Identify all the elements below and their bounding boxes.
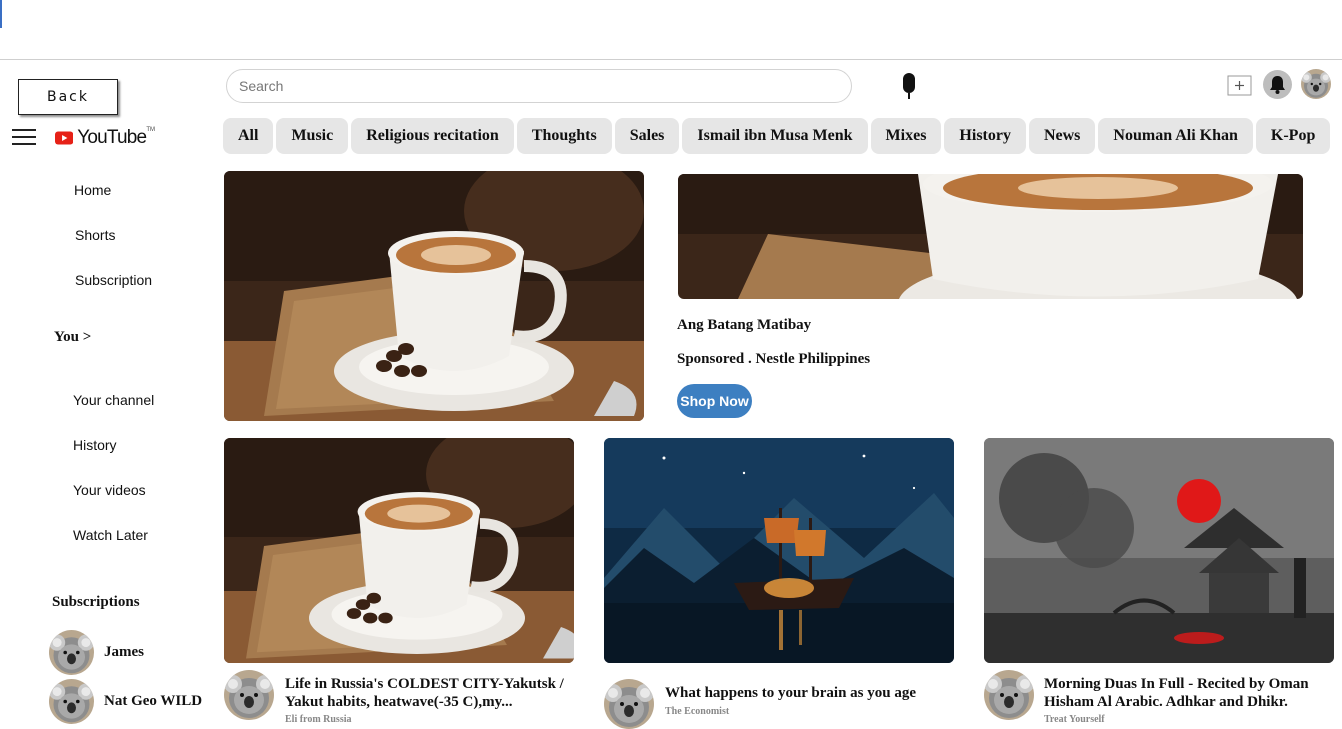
ad-title[interactable]: Ang Batang Matibay — [677, 317, 811, 334]
sidebar-item-shorts[interactable]: Shorts — [75, 227, 115, 243]
video-channel-name[interactable]: Eli from Russia — [285, 714, 352, 725]
search-input[interactable] — [226, 69, 852, 103]
video-thumbnail-coffee[interactable] — [224, 438, 574, 663]
chip-mixes[interactable]: Mixes — [870, 118, 942, 154]
subscription-name: James — [104, 644, 144, 660]
ad-banner-image[interactable] — [678, 174, 1303, 299]
chip-news[interactable]: News — [1028, 118, 1096, 154]
sidebar-you-heading[interactable]: You > — [54, 329, 91, 346]
subscription-name: Nat Geo WILD — [104, 693, 203, 709]
logo-trademark: TM — [146, 127, 155, 133]
subscription-item-nat-geo-wild[interactable]: Nat Geo WILD — [49, 679, 202, 724]
chip-music[interactable]: Music — [276, 118, 349, 154]
youtube-logo[interactable]: YouTube TM — [55, 125, 155, 151]
channel-avatar[interactable] — [984, 670, 1034, 720]
chip-thoughts[interactable]: Thoughts — [516, 118, 612, 154]
avatar — [49, 630, 94, 675]
sidebar-item-history[interactable]: History — [73, 437, 117, 453]
create-video-icon[interactable] — [1227, 75, 1252, 96]
back-button[interactable]: Back — [18, 79, 118, 115]
sidebar-subscriptions-heading: Subscriptions — [52, 594, 140, 610]
hamburger-menu-icon[interactable] — [12, 129, 36, 145]
chip-kpop[interactable]: K-Pop — [1255, 118, 1331, 154]
channel-avatar[interactable] — [604, 679, 654, 729]
chip-religious-recitation[interactable]: Religious recitation — [351, 118, 514, 154]
sidebar-item-watch-later[interactable]: Watch Later — [73, 527, 148, 543]
video-thumbnail-pagoda[interactable] — [984, 438, 1334, 663]
category-chips: All Music Religious recitation Thoughts … — [223, 118, 1333, 154]
sidebar-item-your-videos[interactable]: Your videos — [73, 482, 146, 498]
video-thumbnail-ship[interactable] — [604, 438, 954, 663]
chip-sales[interactable]: Sales — [614, 118, 680, 154]
video-title[interactable]: Life in Russia's COLDEST CITY-Yakutsk / … — [285, 675, 564, 711]
video-channel-name[interactable]: Treat Yourself — [1044, 714, 1105, 725]
video-title[interactable]: What happens to your brain as you age — [665, 684, 916, 702]
microphone-icon[interactable] — [900, 72, 918, 100]
avatar — [49, 679, 94, 724]
chip-ismail-menk[interactable]: Ismail ibn Musa Menk — [682, 118, 868, 154]
sidebar-item-your-channel[interactable]: Your channel — [73, 392, 154, 408]
ad-video-thumbnail[interactable] — [224, 171, 644, 421]
youtube-play-icon — [55, 131, 74, 145]
video-title[interactable]: Morning Duas In Full - Recited by Oman H… — [1044, 675, 1309, 711]
bell-icon[interactable] — [1263, 70, 1292, 99]
sidebar-item-subscription[interactable]: Subscription — [75, 272, 152, 288]
chip-nouman-ali-khan[interactable]: Nouman Ali Khan — [1098, 118, 1253, 154]
chip-all[interactable]: All — [223, 118, 274, 154]
shop-now-button[interactable]: Shop Now — [677, 384, 752, 418]
channel-avatar[interactable] — [224, 670, 274, 720]
account-avatar[interactable] — [1301, 69, 1331, 99]
ad-sponsor-text: Sponsored . Nestle Philippines — [677, 351, 871, 367]
logo-text: YouTube — [77, 127, 147, 148]
video-channel-name[interactable]: The Economist — [665, 706, 729, 717]
sidebar-item-home[interactable]: Home — [74, 182, 111, 198]
chip-history[interactable]: History — [944, 118, 1026, 154]
subscription-item-james[interactable]: James — [49, 630, 144, 675]
address-bar-strip — [0, 0, 1342, 60]
